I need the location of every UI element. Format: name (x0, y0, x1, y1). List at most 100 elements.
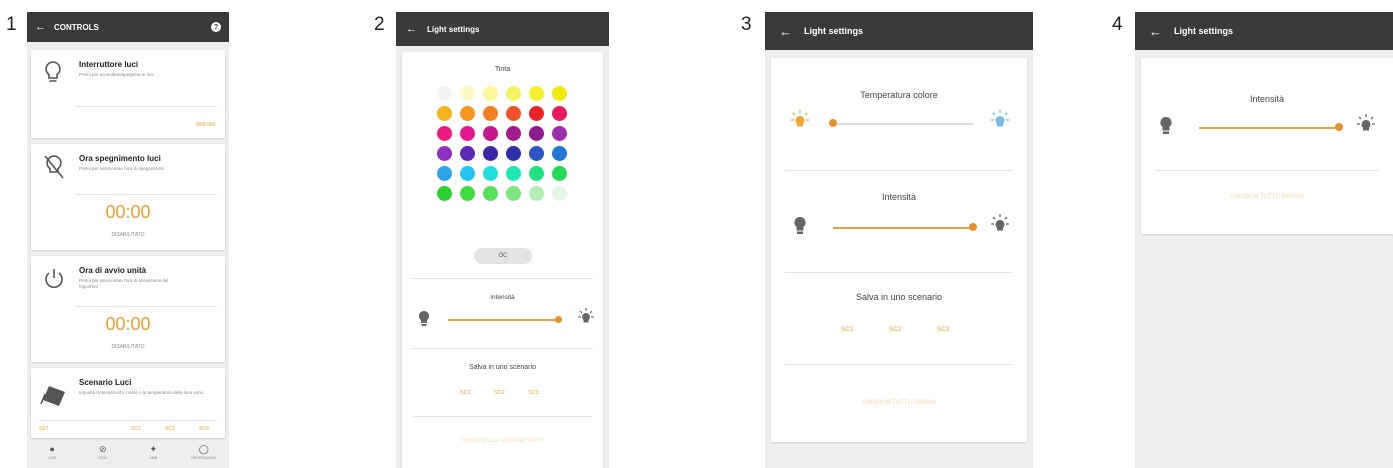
color-swatch[interactable] (483, 146, 498, 161)
scene-sc3-button[interactable]: SC3 (528, 390, 539, 396)
color-swatch[interactable] (437, 86, 452, 101)
color-swatch[interactable] (552, 166, 567, 181)
scene-sc1-button[interactable]: SC1 (841, 326, 854, 333)
intensity-label: Intensità (881, 192, 917, 202)
nav-label: LUCI (48, 456, 57, 460)
card-lights-off-time[interactable]: Ora spegnimento luci Premi per seleziona… (31, 144, 225, 250)
scene-sc3-button[interactable]: SC3 (937, 326, 950, 333)
color-swatch[interactable] (552, 86, 567, 101)
back-arrow-icon[interactable]: ← (779, 24, 792, 39)
nav-item-lock[interactable]: ⊘ LOCK (78, 442, 129, 468)
scene-sc2-button[interactable]: SC2 (889, 326, 902, 333)
card-title: Scenario Luci (79, 378, 132, 387)
scene-set-button[interactable]: SET (39, 426, 49, 432)
color-temperature-label: Temperatura colore (860, 90, 938, 100)
color-swatch[interactable] (552, 186, 567, 201)
section-divider (412, 278, 593, 279)
app-bar-title: Light settings (427, 24, 480, 34)
color-swatch[interactable] (437, 186, 452, 201)
step-number-1: 1 (6, 14, 17, 35)
bulb-bright-icon (578, 308, 594, 323)
color-swatch[interactable] (483, 126, 498, 141)
app-bar: ← Light settings (765, 12, 1033, 50)
card-description: Imposta l'intensità ed il colore o la te… (79, 390, 205, 395)
color-swatch[interactable] (437, 146, 452, 161)
intensity-slider-track[interactable] (448, 319, 558, 321)
color-swatch[interactable] (483, 166, 498, 181)
intensity-slider-thumb[interactable] (1335, 123, 1343, 131)
intensity-slider-thumb[interactable] (969, 223, 977, 231)
color-swatch[interactable] (460, 126, 475, 141)
color-swatch[interactable] (506, 186, 521, 201)
color-swatch[interactable] (460, 146, 475, 161)
color-swatch[interactable] (460, 86, 475, 101)
app-bar: ← Light settings (1135, 12, 1393, 50)
help-icon[interactable]: ? (211, 22, 221, 32)
off-time-status: DISABILITATO (111, 232, 145, 238)
color-swatch[interactable] (506, 166, 521, 181)
scene-sc2-button[interactable]: SC2 (165, 426, 175, 432)
color-swatch[interactable] (529, 146, 544, 161)
color-swatch[interactable] (506, 146, 521, 161)
color-swatch[interactable] (529, 126, 544, 141)
color-swatch[interactable] (506, 106, 521, 121)
settings-card: Intensità CHIUDI IN TUTTI I RIPIANI (1141, 58, 1393, 234)
intensity-slider-track[interactable] (1199, 127, 1339, 129)
color-swatch[interactable] (460, 186, 475, 201)
off-button[interactable]: OC (474, 248, 532, 264)
scene-sc1-button[interactable]: SC1 (460, 390, 471, 396)
card-description: Premi per selezionare l'ora di spegnimen… (79, 166, 165, 171)
section-divider (785, 272, 1013, 273)
nav-label: HMB (149, 456, 158, 460)
color-swatch[interactable] (552, 146, 567, 161)
color-swatch[interactable] (552, 106, 567, 121)
start-time-value[interactable]: 00:00 (31, 314, 225, 335)
settings-card: Temperatura colore Intensità Salva in un… (771, 58, 1027, 442)
color-swatch[interactable] (529, 166, 544, 181)
color-swatch[interactable] (483, 86, 498, 101)
scene-sc2-button[interactable]: SC2 (494, 390, 505, 396)
lightbulb-off-icon (44, 155, 64, 179)
color-swatch[interactable] (460, 166, 475, 181)
color-swatch[interactable] (437, 106, 452, 121)
color-swatch[interactable] (529, 86, 544, 101)
apply-all-button[interactable]: CHIUDI SULLO / RESTORE STATO (402, 438, 603, 444)
temperature-slider-track[interactable] (833, 123, 973, 125)
app-bar: ← CONTROLS ? (27, 12, 229, 42)
color-swatch[interactable] (460, 106, 475, 121)
nav-item-hmb[interactable]: ✦ HMB (128, 442, 179, 468)
color-swatch[interactable] (506, 126, 521, 141)
card-light-switch[interactable]: Interruttore luci Premi per accendere/sp… (31, 50, 225, 138)
back-arrow-icon[interactable]: ← (1149, 24, 1162, 39)
bulb-dim-icon (794, 216, 806, 234)
color-swatch-grid (402, 52, 603, 242)
nav-item-settings[interactable]: ◯ IMPOSTAZIONI (179, 442, 230, 468)
off-time-value[interactable]: 00:00 (31, 202, 225, 223)
back-arrow-icon[interactable]: ← (406, 23, 417, 35)
scene-sc3-button[interactable]: SC3 (199, 426, 209, 432)
color-swatch[interactable] (483, 186, 498, 201)
save-scenario-label: Salva in uno scenario (469, 364, 536, 371)
card-unit-start-time[interactable]: Ora di avvio unità Premi per selezionare… (31, 256, 225, 362)
color-swatch[interactable] (437, 126, 452, 141)
section-divider (412, 348, 593, 349)
color-swatch[interactable] (529, 186, 544, 201)
apply-all-button[interactable]: CHIUDI IN TUTTI I RIPIANI (771, 400, 1027, 406)
intensity-slider-thumb[interactable] (555, 316, 562, 323)
nav-item-lights[interactable]: ● LUCI (27, 442, 78, 468)
intensity-slider-track[interactable] (833, 227, 973, 229)
turn-off-button[interactable]: SPEGNI (196, 122, 215, 128)
nav-label: LOCK (97, 456, 108, 460)
nav-label: IMPOSTAZIONI (191, 456, 217, 460)
color-swatch[interactable] (483, 106, 498, 121)
temperature-slider-thumb[interactable] (829, 119, 837, 127)
card-light-scenario[interactable]: Scenario Luci Imposta l'intensità ed il … (31, 368, 225, 438)
color-swatch[interactable] (552, 126, 567, 141)
back-arrow-icon[interactable]: ← (35, 21, 46, 33)
card-description: Premi per accendere/spegnere le luci (79, 72, 154, 77)
color-swatch[interactable] (437, 166, 452, 181)
apply-all-button[interactable]: CHIUDI IN TUTTI I RIPIANI (1141, 194, 1393, 200)
color-swatch[interactable] (529, 106, 544, 121)
color-swatch[interactable] (506, 86, 521, 101)
scene-sc1-button[interactable]: SC1 (131, 426, 141, 432)
